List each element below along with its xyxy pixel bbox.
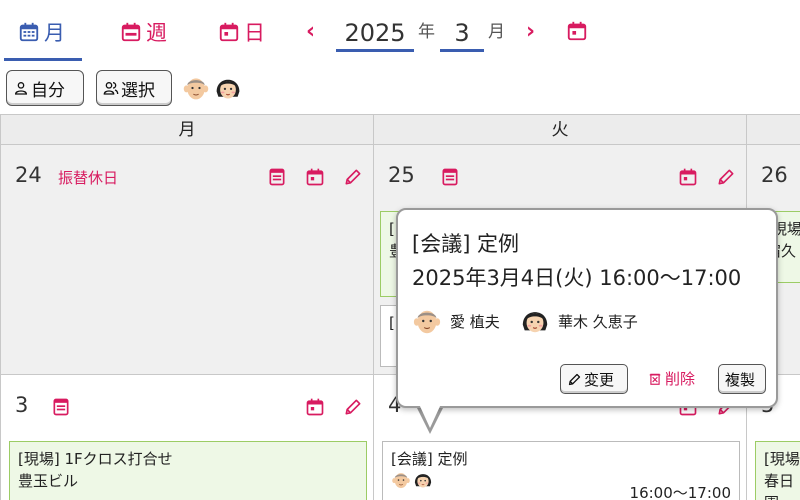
avatar-man[interactable] (182, 74, 210, 102)
attendee-name: 華木 久恵子 (558, 312, 638, 331)
header-tuesday: 火 (373, 114, 747, 145)
event-title-fragment: [現場 (764, 450, 800, 468)
people-icon (103, 80, 119, 96)
event-card-meeting[interactable]: [会議] 定例 16:00〜17:00 (382, 441, 740, 500)
prev-month-button[interactable]: ‹ (306, 18, 315, 46)
event-card[interactable]: [現場 春日園 (755, 441, 800, 500)
popover-title: [会議] 定例 (412, 232, 520, 256)
calendar-add-icon[interactable] (305, 397, 325, 417)
pencil-icon[interactable] (343, 397, 363, 417)
memo-icon[interactable] (267, 167, 287, 187)
copy-button[interactable]: 複製 (718, 364, 766, 394)
avatar-man (412, 306, 442, 336)
month-unit-label: 月 (488, 22, 505, 42)
event-time: 16:00〜17:00 (629, 484, 731, 500)
day-number: 24 (15, 163, 42, 187)
calendar-grid-icon (18, 21, 40, 43)
day-number: 25 (388, 163, 415, 187)
event-place-fragment: 春日園 (764, 472, 795, 500)
calendar-week-icon (120, 21, 142, 43)
pencil-icon (567, 372, 582, 387)
delete-button[interactable]: 削除 (648, 368, 695, 389)
memo-icon[interactable] (440, 167, 460, 187)
active-tab-indicator (4, 58, 82, 61)
tab-day-label: 日 (244, 21, 265, 45)
edit-label: 変更 (584, 370, 615, 389)
calendar-day-icon (218, 21, 240, 43)
pencil-icon[interactable] (343, 167, 363, 187)
event-title: [現場] 1Fクロス打合せ (18, 450, 173, 468)
day-number: 3 (15, 393, 29, 417)
avatar-woman[interactable] (214, 74, 242, 102)
year-field[interactable]: 2025 (336, 14, 414, 52)
year-unit-label: 年 (418, 22, 435, 42)
calendar-toolbar: 月 週 日 ‹ 2025 年 3 月 › (0, 0, 800, 62)
day-cell-24[interactable]: 24 振替休日 (0, 144, 374, 375)
select-users-label: 選択 (121, 80, 155, 101)
event-detail-popover: [会議] 定例 2025年3月4日(火) 16:00〜17:00 愛 植夫 華木… (396, 208, 778, 408)
header-wednesday (746, 114, 800, 145)
copy-label: 複製 (725, 370, 756, 389)
event-place: 豊玉ビル (18, 472, 79, 490)
month-field[interactable]: 3 (440, 14, 484, 52)
header-monday: 月 (0, 114, 374, 145)
edit-button[interactable]: 変更 (560, 364, 628, 394)
day-cell-3[interactable]: 3 [現場] 1Fクロス打合せ 豊玉ビル (0, 374, 374, 500)
tab-day[interactable]: 日 (218, 14, 265, 50)
attendee: 華木 久恵子 (520, 306, 638, 336)
avatar-woman (413, 470, 433, 490)
popover-datetime: 2025年3月4日(火) 16:00〜17:00 (412, 266, 742, 290)
today-calendar-icon[interactable] (566, 20, 588, 42)
tab-month[interactable]: 月 (18, 14, 65, 50)
pencil-icon[interactable] (716, 167, 736, 187)
avatar-woman (520, 306, 550, 336)
tab-week[interactable]: 週 (120, 14, 167, 50)
tab-month-label: 月 (44, 21, 65, 45)
memo-icon[interactable] (51, 397, 71, 417)
delete-label: 削除 (665, 370, 696, 388)
tab-week-label: 週 (146, 21, 167, 45)
popover-pointer-fill (419, 404, 441, 428)
calendar-add-icon[interactable] (678, 167, 698, 187)
person-icon (13, 80, 29, 96)
day-number: 26 (761, 163, 788, 187)
attendee: 愛 植夫 (412, 306, 500, 336)
select-users-button[interactable]: 選択 (96, 70, 172, 106)
holiday-label: 振替休日 (58, 169, 119, 187)
event-card[interactable]: [現場] 1Fクロス打合せ 豊玉ビル (9, 441, 367, 500)
event-title: [会議] 定例 (391, 450, 468, 468)
next-month-button[interactable]: › (526, 18, 535, 46)
avatar-man (391, 470, 411, 490)
attendee-name: 愛 植夫 (450, 312, 500, 331)
calendar-add-icon[interactable] (305, 167, 325, 187)
trash-icon (648, 372, 662, 386)
self-filter-button[interactable]: 自分 (6, 70, 84, 106)
self-filter-label: 自分 (31, 80, 65, 101)
